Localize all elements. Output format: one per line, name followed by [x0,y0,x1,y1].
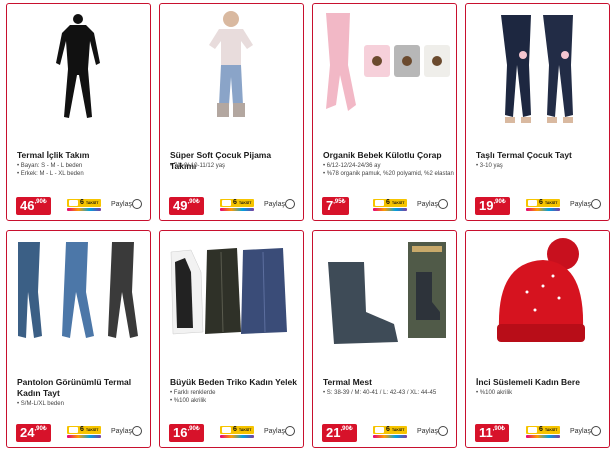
women-leggings-image [8,232,149,358]
share-radio[interactable] [438,426,448,436]
installment-badge: 6 TAKSİT [67,426,101,439]
price-tag: 19,90₺ [475,197,510,215]
share-radio[interactable] [132,426,142,436]
feature-item: • Erkek: M - L - XL beden [17,171,84,177]
share-radio[interactable] [285,199,295,209]
product-card[interactable]: Taşlı Termal Çocuk Tayt • 3-10 yaş 19,90… [465,3,610,221]
product-title: Organik Bebek Külotlu Çorap [323,150,442,160]
product-card[interactable]: İnci Süslemeli Kadın Bere • %100 akrilik… [465,230,610,448]
share-label[interactable]: Paylaş [264,200,285,210]
share-label[interactable]: Paylaş [570,427,591,437]
feature-item: • %100 akrilik [170,398,207,404]
installment-badge: 6 TAKSİT [526,199,560,212]
share-label[interactable]: Paylaş [417,200,438,210]
product-card[interactable]: Termal Mest • S: 38-39 / M: 40-41 / L: 4… [312,230,457,448]
price-tag: 11,90₺ [475,424,509,442]
product-card[interactable]: Pantolon Görünümlü Termal Kadın Tayt • S… [6,230,151,448]
feature-item: • 3-10 yaş [476,163,503,169]
product-title: İnci Süslemeli Kadın Bere [476,377,580,387]
share-radio[interactable] [591,426,601,436]
feature-item: • S/M-L/XL beden [17,401,64,407]
share-radio[interactable] [438,199,448,209]
product-title: Termal Mest [323,377,372,387]
feature-item: • S: 38-39 / M: 40-41 / L: 42-43 / XL: 4… [323,390,437,396]
product-title: Termal İçlik Takım [17,150,90,160]
kids-pajama-image [161,5,302,131]
price-tag: 24,90₺ [16,424,51,442]
price-tag: 46,90₺ [16,197,51,215]
feature-item: • %78 organik pamuk, %20 polyamid, %2 el… [323,171,454,177]
feature-item: • 6/12-12/24-24/36 ay [323,163,381,169]
installment-badge: 6 TAKSİT [67,199,101,212]
share-label[interactable]: Paylaş [111,427,132,437]
share-label[interactable]: Paylaş [570,200,591,210]
product-title: Büyük Beden Triko Kadın Yelek [170,377,297,387]
installment-badge: 6 TAKSİT [373,199,407,212]
share-label[interactable]: Paylaş [417,427,438,437]
pearl-beanie-image [467,232,608,358]
product-card[interactable]: Organik Bebek Külotlu Çorap • 6/12-12/24… [312,3,457,221]
share-radio[interactable] [285,426,295,436]
knit-vest-image [161,232,302,358]
feature-item: • Bayan: S - M - L beden [17,163,83,169]
price-tag: 49,90₺ [169,197,204,215]
baby-tights-image [314,5,455,131]
installment-badge: 6 TAKSİT [220,426,254,439]
share-radio[interactable] [591,199,601,209]
product-card[interactable]: Büyük Beden Triko Kadın Yelek • Farklı r… [159,230,304,448]
price-tag: 21,90₺ [322,424,357,442]
feature-item: • Farklı renklerde [170,390,216,396]
product-card[interactable]: Termal İçlik Takım • Bayan: S - M - L be… [6,3,151,221]
kids-leggings-image [467,5,608,131]
installment-badge: 6 TAKSİT [220,199,254,212]
price-tag: 7,95₺ [322,197,350,215]
feature-item: • %100 akrilik [476,390,513,396]
product-grid: Termal İçlik Takım • Bayan: S - M - L be… [0,0,616,453]
thermal-sock-image [314,232,455,358]
price-tag: 16,90₺ [169,424,204,442]
share-label[interactable]: Paylaş [111,200,132,210]
product-title: Taşlı Termal Çocuk Tayt [476,150,572,160]
feature-item: • 7/8-9/ 10-11/12 yaş [170,163,226,169]
share-radio[interactable] [132,199,142,209]
thermal-underwear-image [8,5,149,131]
installment-badge: 6 TAKSİT [526,426,560,439]
installment-badge: 6 TAKSİT [373,426,407,439]
product-card[interactable]: Süper Soft Çocuk Pijama Takımı • 7/8-9/ … [159,3,304,221]
share-label[interactable]: Paylaş [264,427,285,437]
product-title: Pantolon Görünümlü Termal Kadın Tayt [17,377,132,398]
